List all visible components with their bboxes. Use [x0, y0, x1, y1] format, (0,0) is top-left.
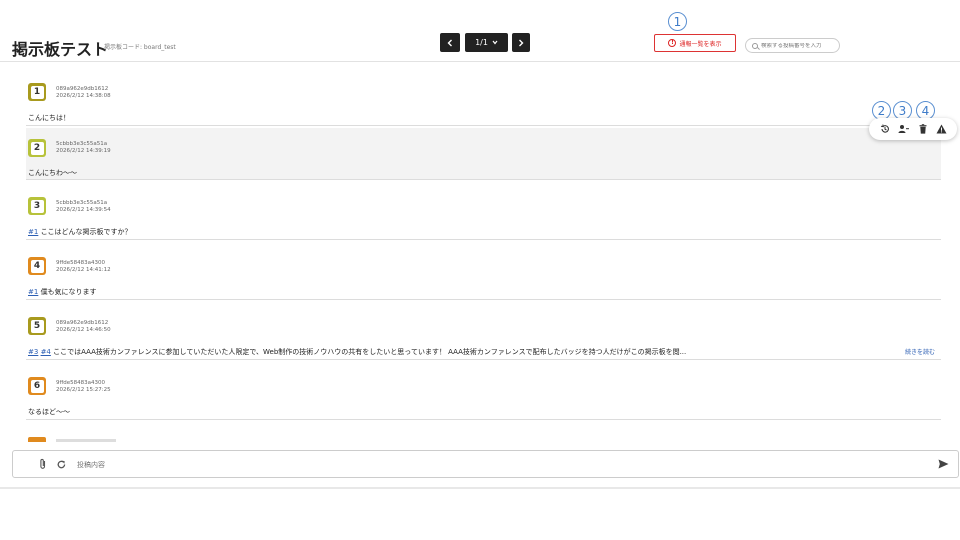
history-button[interactable] [878, 122, 892, 136]
reply-link[interactable]: #4 [41, 348, 51, 356]
composer-divider [0, 487, 960, 489]
warning-icon [936, 124, 947, 134]
post-date: 2026/2/12 14:39:19 [56, 148, 111, 154]
board-code: 掲示板コード: board_test [104, 44, 176, 51]
post-body: #1 僕も気になります [28, 287, 97, 297]
post-content-input[interactable] [77, 457, 917, 472]
poster-id: 089a962e9db1612 [56, 320, 109, 326]
post-item: 6 9ffde58483a4300 2026/2/12 15:27:25 なるほ… [26, 364, 941, 420]
chevron-right-icon [519, 39, 524, 46]
block-user-button[interactable] [897, 122, 911, 136]
post-text: こんにちわ〜〜 [28, 169, 77, 177]
search-icon [752, 42, 758, 49]
poster-id: 5cbbb3e3c55a51a [56, 200, 108, 206]
board-header: 掲示板テスト 掲示板コード: board_test 1/1 ! 通報一覧を表示 [0, 0, 960, 62]
post-number: 3 [30, 199, 44, 213]
post-body: #1 ここはどんな掲示板ですか？ [28, 227, 132, 237]
post-item: 3 5cbbb3e3c55a51a 2026/2/12 14:39:54 #1 … [26, 184, 941, 240]
post-number: 6 [30, 379, 44, 393]
refresh-icon [57, 460, 65, 468]
page-title: 掲示板テスト [12, 40, 109, 59]
post-item: 5 089a962e9db1612 2026/2/12 14:46:50 #3 … [26, 304, 941, 360]
post-item: 1 089a962e9db1612 2026/2/12 14:38:08 こんに… [26, 70, 941, 126]
post-number: 5 [30, 319, 44, 333]
post-date: 2026/2/12 14:38:08 [56, 93, 111, 99]
post-body: こんにちわ〜〜 [28, 168, 77, 178]
refresh-button[interactable] [55, 458, 67, 470]
post-search[interactable] [745, 38, 840, 53]
poster-id: 5cbbb3e3c55a51a [56, 141, 108, 147]
history-icon [880, 124, 889, 133]
post-action-bar [869, 118, 957, 140]
post-list: 1 089a962e9db1612 2026/2/12 14:38:08 こんに… [0, 62, 960, 442]
poster-id: 089a962e9db1612 [56, 86, 109, 92]
post-number-badge: 3 [28, 197, 46, 215]
post-date: 2026/2/12 14:39:54 [56, 207, 111, 213]
show-reports-button[interactable]: ! 通報一覧を表示 [654, 34, 736, 52]
poster-id: 9ffde58483a4300 [56, 260, 106, 266]
search-input[interactable] [761, 42, 836, 49]
post-date: 2026/2/12 14:41:12 [56, 267, 111, 273]
post-number-badge: 2 [28, 139, 46, 157]
reply-link[interactable]: #1 [28, 228, 38, 236]
post-date: 2026/2/12 15:27:25 [56, 387, 111, 393]
post-body: こんにちは！ [28, 113, 70, 123]
post-number: 4 [30, 259, 44, 273]
send-icon [938, 459, 948, 469]
chevron-down-icon [492, 40, 498, 45]
page-select[interactable]: 1/1 [465, 33, 508, 52]
poster-id: 9ffde58483a4300 [56, 380, 106, 386]
post-body: #3 #4 ここではAAA技術カンファレンスに参加していただいた人限定で、Web… [28, 347, 686, 357]
post-number: 1 [30, 85, 44, 99]
post-item: 4 9ffde58483a4300 2026/2/12 14:41:12 #1 … [26, 244, 941, 300]
read-more-link[interactable]: 続きを読む [905, 347, 935, 356]
reply-link[interactable]: #3 [28, 348, 38, 356]
post-number-badge: 5 [28, 317, 46, 335]
next-page-button[interactable] [512, 33, 530, 52]
reply-link[interactable]: #1 [28, 288, 38, 296]
alert-circle-icon: ! [668, 39, 677, 47]
prev-page-button[interactable] [440, 33, 460, 52]
post-item: 2 5cbbb3e3c55a51a 2026/2/12 14:39:19 こんに… [26, 128, 941, 180]
attach-button[interactable] [37, 458, 49, 470]
post-text: ここはどんな掲示板ですか？ [40, 228, 132, 236]
post-number-badge: 1 [28, 83, 46, 101]
post-number-badge: 4 [28, 257, 46, 275]
truncated-post-meta [56, 439, 116, 442]
report-button[interactable] [935, 122, 949, 136]
post-body: なるほど〜〜 [28, 407, 70, 417]
post-date: 2026/2/12 14:46:50 [56, 327, 111, 333]
post-text: なるほど〜〜 [28, 408, 70, 416]
post-number-badge: 6 [28, 377, 46, 395]
post-number-badge [28, 437, 46, 442]
chevron-left-icon [447, 39, 452, 46]
post-composer [12, 450, 959, 478]
show-reports-label: 通報一覧を表示 [679, 40, 722, 48]
paperclip-icon [40, 458, 46, 469]
page-indicator: 1/1 [475, 38, 488, 47]
person-remove-icon [898, 125, 909, 133]
trash-icon [919, 124, 926, 134]
delete-button[interactable] [916, 122, 930, 136]
post-text: こんにちは！ [28, 114, 70, 122]
annotation-marker-1: 1 [668, 12, 687, 31]
post-text: 僕も気になります [40, 288, 97, 296]
send-button[interactable] [937, 458, 949, 470]
post-text: ここではAAA技術カンファレンスに参加していただいた人限定で、Web制作の技術ノ… [53, 348, 687, 356]
post-number: 2 [30, 141, 44, 155]
